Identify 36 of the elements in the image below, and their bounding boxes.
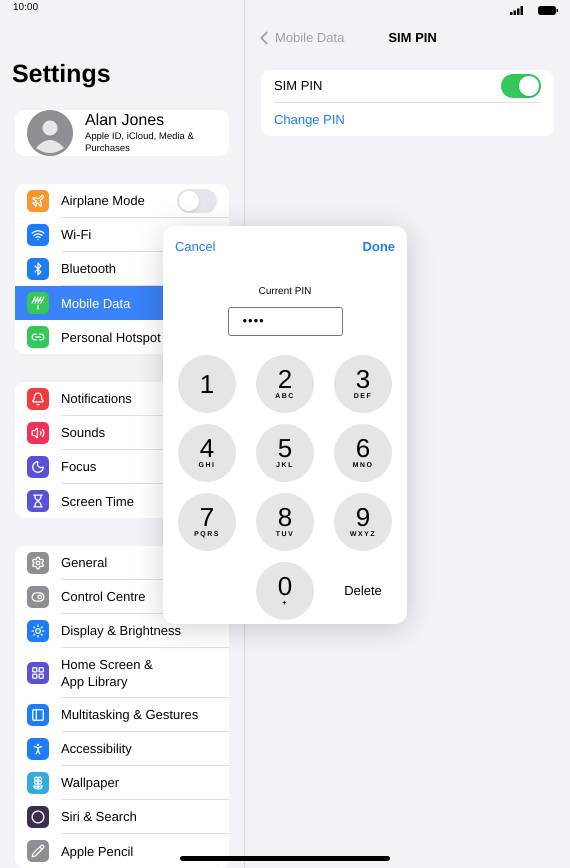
row-label: Focus (61, 458, 96, 475)
row-label: Mobile Data (61, 294, 130, 312)
status-time: 10:00 (13, 1, 38, 16)
row-label: Bluetooth (61, 260, 116, 277)
row-label: Apple Pencil (61, 842, 134, 860)
profile-name: Alan Jones (85, 111, 166, 131)
settings-title: Settings (12, 60, 111, 88)
row-label: Display & Brightness (61, 622, 181, 639)
profile-card[interactable]: Alan Jones Apple ID, iCloud, Media & Purchases (15, 110, 229, 156)
row-label: Wallpaper (61, 774, 120, 791)
page-title: SIM PIN (388, 29, 437, 48)
row-label: Screen Time (61, 492, 134, 510)
row-label: Airplane Mode (61, 192, 145, 209)
done-button[interactable]: Done (362, 237, 395, 256)
row-label: Personal Hotspot (61, 328, 161, 346)
row-label: Wi-Fi (61, 226, 92, 243)
row-label: General (61, 554, 108, 571)
signal-icon (510, 6, 524, 14)
sim-pin-toggle[interactable] (501, 74, 541, 98)
avatar-icon (27, 110, 73, 156)
row-label: Accessibility (61, 740, 132, 757)
row-label: Home Screen & App Library (61, 656, 154, 690)
row-label: Siri & Search (61, 808, 137, 825)
pin-field[interactable]: •••• (228, 306, 342, 336)
row-label: SIM PIN (274, 77, 324, 96)
battery-icon (538, 6, 558, 14)
row-label: Sounds (61, 424, 106, 441)
row-label: Notifications (61, 390, 132, 407)
delete-button[interactable]: Delete (334, 562, 392, 620)
airplane-toggle[interactable] (177, 188, 217, 212)
field-label: Current PIN (258, 284, 312, 298)
keypad-key[interactable]: 1 (178, 354, 236, 412)
row-label: Control Centre (61, 588, 146, 605)
profile-subtitle: Apple ID, iCloud, Media & Purchases (85, 131, 195, 155)
row-label: Multitasking & Gestures (61, 706, 198, 723)
change-pin-link[interactable]: Change PIN (274, 110, 345, 130)
